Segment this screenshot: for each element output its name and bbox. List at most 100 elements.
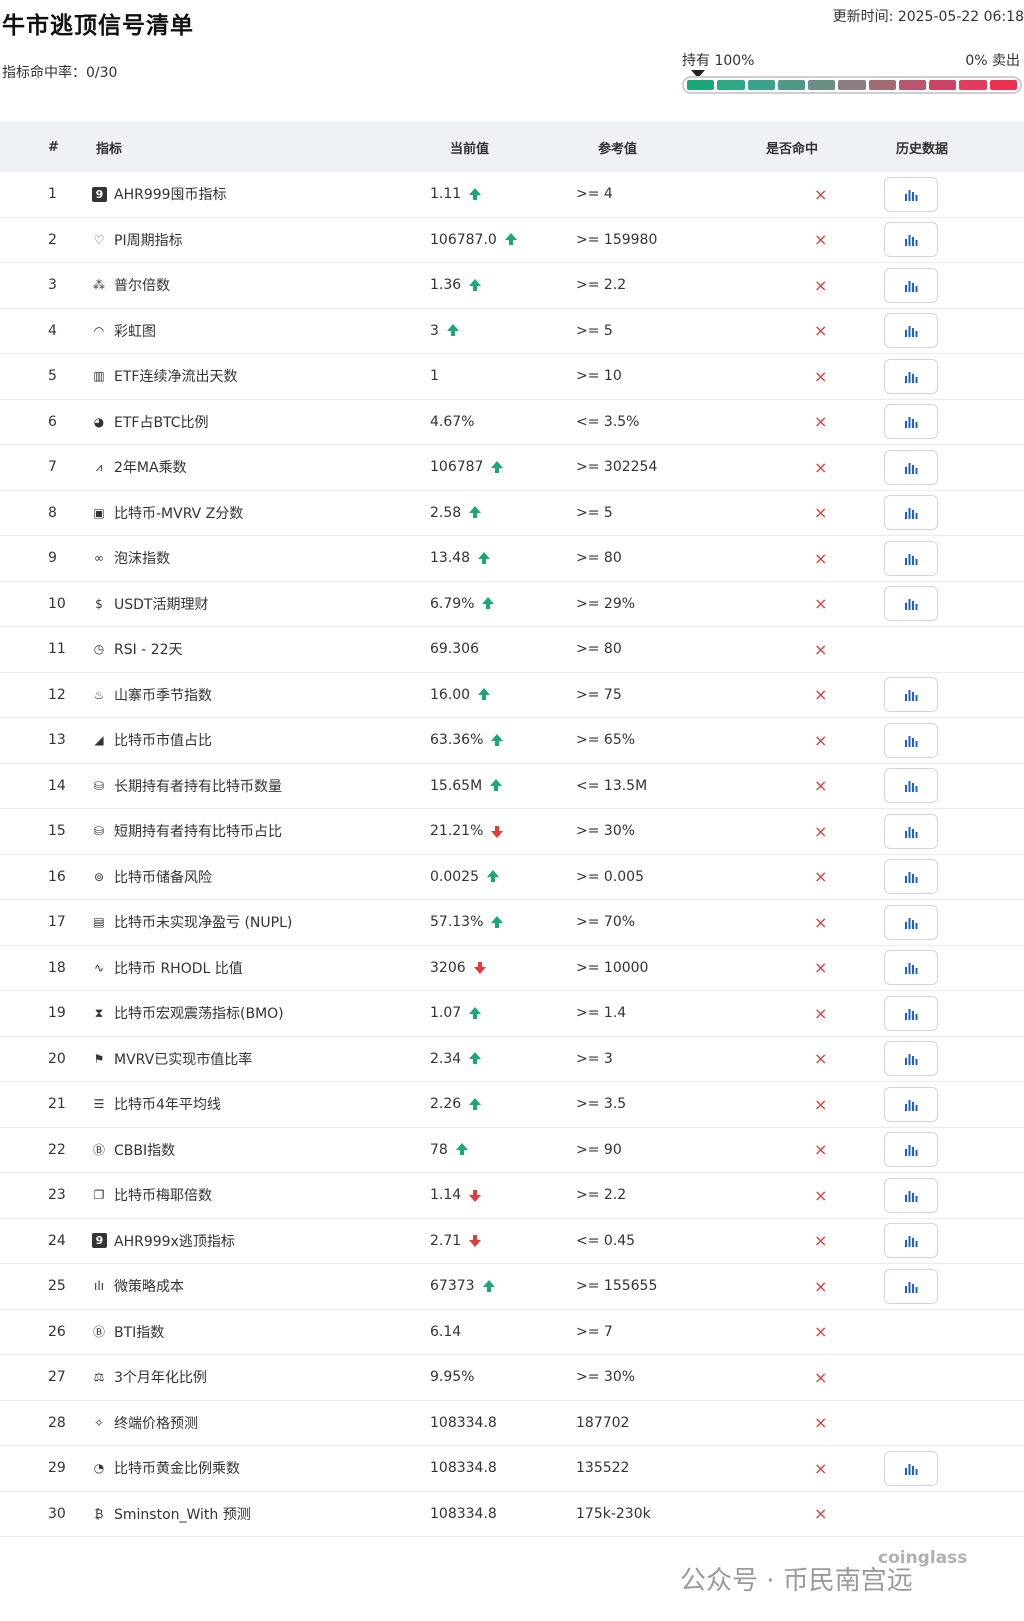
indicator-name-cell[interactable]: ⛁ 长期持有者持有比特币数量 xyxy=(90,776,430,796)
indicator-name[interactable]: 泡沫指数 xyxy=(114,548,170,568)
indicator-name[interactable]: 比特币 RHODL 比值 xyxy=(114,958,243,978)
indicator-name[interactable]: MVRV已实现市值比率 xyxy=(114,1049,252,1069)
indicator-name-cell[interactable]: ❐ 比特币梅耶倍数 xyxy=(90,1185,430,1205)
indicator-name[interactable]: 比特币储备风险 xyxy=(114,867,212,887)
history-chart-button[interactable] xyxy=(884,904,938,940)
indicator-name[interactable]: 短期持有者持有比特币占比 xyxy=(114,821,282,841)
history-chart-button[interactable] xyxy=(884,950,938,986)
indicator-name-cell[interactable]: Ⓑ CBBI指数 xyxy=(90,1140,430,1160)
receipt-icon: ▤ xyxy=(93,915,105,930)
history-chart-button[interactable] xyxy=(884,1041,938,1077)
indicator-name-cell[interactable]: ♨ 山寨币季节指数 xyxy=(90,685,430,705)
history-chart-button[interactable] xyxy=(884,222,938,258)
history-chart-button[interactable] xyxy=(884,1268,938,1304)
history-chart-button[interactable] xyxy=(884,495,938,531)
history-chart-button[interactable] xyxy=(884,449,938,485)
indicator-name[interactable]: Sminston_With 预测 xyxy=(114,1504,251,1524)
indicator-name-cell[interactable]: ⊚ 比特币储备风险 xyxy=(90,867,430,887)
history-chart-button[interactable] xyxy=(884,1132,938,1168)
indicator-name-cell[interactable]: ▣ 比特币-MVRV Z分数 xyxy=(90,503,430,523)
indicator-name-cell[interactable]: 9 AHR999x逃顶指标 xyxy=(90,1231,430,1251)
indicator-name[interactable]: USDT活期理财 xyxy=(114,594,208,614)
indicator-name-cell[interactable]: ◠ 彩虹图 xyxy=(90,321,430,341)
indicator-name[interactable]: BTI指数 xyxy=(114,1322,164,1342)
indicator-name-cell[interactable]: Ⓑ BTI指数 xyxy=(90,1322,430,1342)
indicator-name[interactable]: 比特币-MVRV Z分数 xyxy=(114,503,243,523)
history-chart-button[interactable] xyxy=(884,313,938,349)
indicator-name-cell[interactable]: ☰ 比特币4年平均线 xyxy=(90,1094,430,1114)
row-number: 22 xyxy=(48,1141,66,1158)
bar-chart-icon xyxy=(905,462,918,474)
indicator-name-cell[interactable]: ✧ 终端价格预测 xyxy=(90,1413,430,1433)
history-chart-button[interactable] xyxy=(884,1177,938,1213)
indicator-name[interactable]: AHR999囤币指标 xyxy=(114,184,227,204)
indicator-name-cell[interactable]: ◷ RSI - 22天 xyxy=(90,639,430,659)
indicator-name[interactable]: AHR999x逃顶指标 xyxy=(114,1231,235,1251)
indicator-name[interactable]: 比特币未实现净盈亏 (NUPL) xyxy=(114,912,292,932)
indicator-name[interactable]: 比特币宏观震荡指标(BMO) xyxy=(114,1003,284,1023)
history-chart-button[interactable] xyxy=(884,404,938,440)
indicator-name-cell[interactable]: ⛁ 短期持有者持有比特币占比 xyxy=(90,821,430,841)
not-hit-icon: × xyxy=(814,912,828,932)
history-chart-button[interactable] xyxy=(884,813,938,849)
current-value: 108334.8 xyxy=(430,1460,497,1477)
indicator-name[interactable]: 长期持有者持有比特币数量 xyxy=(114,776,282,796)
indicator-name-cell[interactable]: ◢ 比特币市值占比 xyxy=(90,730,430,750)
indicator-name[interactable]: 3个月年化比例 xyxy=(114,1367,207,1387)
indicator-name-cell[interactable]: ♡ PI周期指标 xyxy=(90,230,430,250)
history-chart-button[interactable] xyxy=(884,1223,938,1259)
history-chart-button[interactable] xyxy=(884,176,938,212)
indicator-name-cell[interactable]: ∞ 泡沫指数 xyxy=(90,548,430,568)
history-chart-button[interactable] xyxy=(884,722,938,758)
indicator-name[interactable]: RSI - 22天 xyxy=(114,639,183,659)
indicator-name[interactable]: 终端价格预测 xyxy=(114,1413,198,1433)
bar-chart-icon xyxy=(905,235,918,247)
indicator-name[interactable]: ETF占BTC比例 xyxy=(114,412,209,432)
indicator-name[interactable]: ETF连续净流出天数 xyxy=(114,366,237,386)
current-value: 57.13% xyxy=(430,914,484,931)
indicator-name-cell[interactable]: 9 AHR999囤币指标 xyxy=(90,184,430,204)
reference-value: >= 90 xyxy=(576,1141,622,1158)
indicator-name-cell[interactable]: ∿ 比特币 RHODL 比值 xyxy=(90,958,430,978)
history-chart-button[interactable] xyxy=(884,768,938,804)
indicator-name-cell[interactable]: $ USDT活期理财 xyxy=(90,594,430,614)
indicator-name[interactable]: CBBI指数 xyxy=(114,1140,175,1160)
indicator-name-cell[interactable]: ⚖ 3个月年化比例 xyxy=(90,1367,430,1387)
indicator-name[interactable]: 比特币黄金比例乘数 xyxy=(114,1458,240,1478)
indicator-name-cell[interactable]: ◕ ETF占BTC比例 xyxy=(90,412,430,432)
indicator-name[interactable]: 微策略成本 xyxy=(114,1276,184,1296)
history-chart-button[interactable] xyxy=(884,358,938,394)
indicator-name-cell[interactable]: ◔ 比特币黄金比例乘数 xyxy=(90,1458,430,1478)
history-chart-button[interactable] xyxy=(884,859,938,895)
history-chart-button[interactable] xyxy=(884,1086,938,1122)
indicator-name-cell[interactable]: ⁂ 普尔倍数 xyxy=(90,275,430,295)
reference-value: >= 4 xyxy=(576,186,613,203)
indicator-name[interactable]: 比特币4年平均线 xyxy=(114,1094,221,1114)
indicator-name[interactable]: 比特币梅耶倍数 xyxy=(114,1185,212,1205)
history-chart-button[interactable] xyxy=(884,677,938,713)
rainbow-icon: ◠ xyxy=(93,323,105,338)
indicator-name-cell[interactable]: ▤ 比特币未实现净盈亏 (NUPL) xyxy=(90,912,430,932)
indicator-name-cell[interactable]: ▥ ETF连续净流出天数 xyxy=(90,366,430,386)
indicator-name[interactable]: 2年MA乘数 xyxy=(114,457,187,477)
indicator-name-cell[interactable]: ılı 微策略成本 xyxy=(90,1276,430,1296)
indicator-name-cell[interactable]: ⩘ 2年MA乘数 xyxy=(90,457,430,477)
indicator-name-cell[interactable]: ⧗ 比特币宏观震荡指标(BMO) xyxy=(90,1003,430,1023)
current-value: 63.36% xyxy=(430,732,484,749)
watermark-logo: coinglass xyxy=(878,1548,968,1568)
indicator-name-cell[interactable]: ⚑ MVRV已实现市值比率 xyxy=(90,1049,430,1069)
history-chart-button[interactable] xyxy=(884,540,938,576)
indicator-name[interactable]: 普尔倍数 xyxy=(114,275,170,295)
indicator-name-cell[interactable]: ₿ Sminston_With 预测 xyxy=(90,1504,430,1524)
b-circle-icon: Ⓑ xyxy=(92,1325,105,1340)
trend-up-icon xyxy=(469,506,482,519)
history-chart-button[interactable] xyxy=(884,1450,938,1486)
history-chart-button[interactable] xyxy=(884,995,938,1031)
history-chart-button[interactable] xyxy=(884,586,938,622)
current-value-cell: 108334.8 xyxy=(430,1506,576,1522)
history-chart-button[interactable] xyxy=(884,267,938,303)
indicator-name[interactable]: 山寨币季节指数 xyxy=(114,685,212,705)
indicator-name[interactable]: 比特币市值占比 xyxy=(114,730,212,750)
indicator-name[interactable]: PI周期指标 xyxy=(114,230,183,250)
indicator-name[interactable]: 彩虹图 xyxy=(114,321,156,341)
